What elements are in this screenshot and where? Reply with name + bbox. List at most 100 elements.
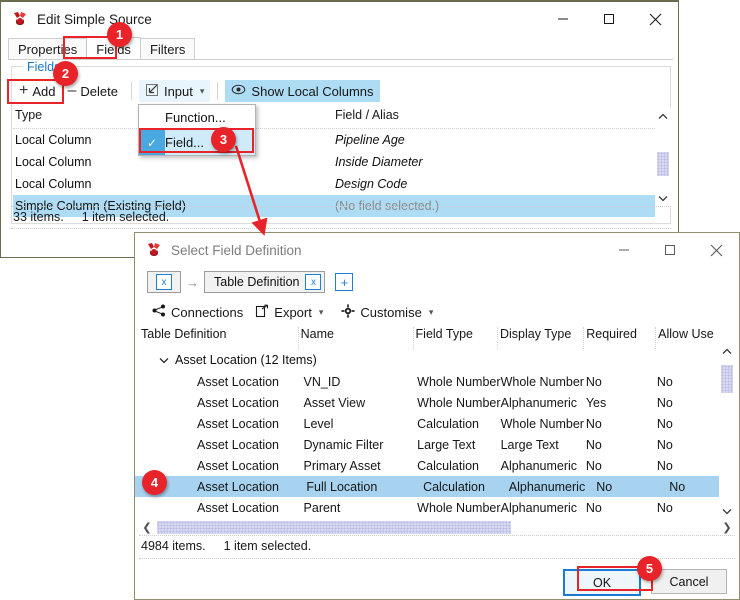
- cell-display-type: Alphanumeric: [500, 500, 578, 515]
- fields-list-vertical-scrollbar[interactable]: [655, 108, 671, 206]
- column-header-field-type[interactable]: Field Type: [414, 327, 498, 349]
- breadcrumb-table-definition[interactable]: Table Definition x: [204, 271, 326, 293]
- status-divider-top: [11, 206, 671, 208]
- cell-required: No: [585, 458, 602, 473]
- cell-allow-use: No: [656, 458, 673, 473]
- scrollbar-thumb[interactable]: [657, 152, 669, 176]
- breadcrumb-root[interactable]: x: [147, 271, 181, 293]
- scroll-down-icon[interactable]: [655, 190, 671, 206]
- column-header-allow-use[interactable]: Allow Use: [656, 327, 719, 349]
- add-breadcrumb-icon[interactable]: +: [335, 273, 354, 291]
- tab-filters[interactable]: Filters: [139, 38, 196, 60]
- table-row[interactable]: Asset Location Dynamic Filter Large Text…: [139, 434, 719, 455]
- tab-filters-label: Filters: [149, 42, 186, 57]
- cell-name: Level: [303, 416, 334, 431]
- fields-list-row[interactable]: Local Column Inside Diameter: [13, 151, 655, 173]
- cell-field-type: Whole Number: [417, 374, 501, 389]
- export-label: Export: [274, 304, 312, 320]
- column-header-name[interactable]: Name: [299, 327, 414, 349]
- table-row[interactable]: Asset Location Primary Asset Calculation…: [139, 455, 719, 476]
- close-icon[interactable]: x: [305, 274, 322, 290]
- annotation-box-add: [7, 79, 64, 104]
- window2-title: Select Field Definition: [171, 242, 302, 258]
- close-icon[interactable]: [632, 2, 678, 36]
- table-horizontal-scrollbar[interactable]: ❮ ❯: [139, 519, 735, 535]
- status-divider-bottom: [11, 228, 671, 230]
- close-icon[interactable]: x: [156, 274, 172, 290]
- column-header-display-type[interactable]: Display Type: [498, 327, 585, 349]
- minimize-icon[interactable]: [601, 233, 647, 267]
- scroll-down-icon[interactable]: [719, 503, 735, 519]
- annotation-box-field-menu: [139, 128, 254, 153]
- cell-required: Yes: [585, 395, 607, 410]
- cell-allow-use: No: [656, 395, 673, 410]
- status-item-count: 33 items.: [13, 210, 64, 224]
- column-header-field-alias[interactable]: Field / Alias: [335, 108, 655, 128]
- close-icon[interactable]: [693, 233, 739, 267]
- export-button[interactable]: Export ▾: [249, 301, 329, 323]
- input-arrow-icon: [145, 83, 159, 100]
- app-logo-icon: [143, 240, 165, 260]
- cell-name: Dynamic Filter: [303, 437, 384, 452]
- cell-name: Asset View: [303, 395, 366, 410]
- chevron-down-icon: ▾: [199, 85, 205, 96]
- customise-button[interactable]: Customise ▾: [335, 301, 439, 323]
- show-local-columns-button[interactable]: Show Local Columns: [225, 80, 380, 102]
- table-row[interactable]: Asset Location Parent Whole Number Alpha…: [139, 497, 719, 518]
- breadcrumb-arrow-icon: →: [186, 274, 199, 290]
- scroll-up-icon[interactable]: [719, 343, 735, 359]
- scroll-up-icon[interactable]: [655, 108, 671, 124]
- scrollbar-thumb[interactable]: [157, 520, 511, 534]
- table-row-selected[interactable]: Asset Location Full Location Calculation…: [135, 476, 733, 497]
- minimize-icon[interactable]: [540, 2, 586, 36]
- window1-controls: [540, 2, 678, 36]
- app-logo-icon: [9, 9, 31, 29]
- status-selected-count: 1 item selected.: [81, 210, 170, 224]
- connections-button[interactable]: Connections: [146, 301, 249, 323]
- cell-allow-use: No: [656, 500, 673, 515]
- fields-list-row[interactable]: Local Column Pipeline Age: [13, 129, 655, 151]
- tabstrip-divider: [8, 59, 673, 60]
- input-button[interactable]: Input ▾: [138, 80, 211, 102]
- fields-list-row[interactable]: Local Column Design Code: [13, 173, 655, 195]
- scroll-right-icon[interactable]: ❯: [719, 521, 735, 534]
- annotation-badge-3: 3: [211, 127, 236, 152]
- annotation-badge-2: 2: [53, 61, 78, 86]
- breadcrumb: x → Table Definition x +: [147, 271, 354, 293]
- table-group-label: Asset Location (12 Items): [175, 353, 317, 367]
- table-row[interactable]: Asset Location Asset View Whole Number A…: [139, 392, 719, 413]
- show-local-columns-label: Show Local Columns: [251, 83, 374, 99]
- cell-table-definition: Asset Location: [197, 437, 279, 452]
- chevron-down-icon: ▾: [428, 306, 434, 317]
- cell-name: Primary Asset: [303, 458, 381, 473]
- cell-field: Design Code: [335, 177, 408, 191]
- menu-item-function[interactable]: Function...: [139, 105, 255, 130]
- export-icon: [255, 304, 269, 321]
- table-row[interactable]: Asset Location VN_ID Whole Number Whole …: [139, 371, 719, 392]
- cell-display-type: Whole Number: [500, 416, 584, 431]
- cell-display-type: Large Text: [500, 437, 559, 452]
- maximize-icon[interactable]: [647, 233, 693, 267]
- window2-status-divider-top: [139, 535, 735, 536]
- cell-table-definition: Asset Location: [197, 458, 279, 473]
- window2-statusbar: 4984 items. 1 item selected.: [141, 539, 311, 553]
- cell-display-type: Whole Number: [500, 374, 584, 389]
- column-header-required[interactable]: Required: [584, 327, 657, 349]
- cell-allow-use: No: [656, 374, 673, 389]
- cell-field-type: Calculation: [417, 416, 479, 431]
- scrollbar-thumb[interactable]: [721, 365, 733, 393]
- table-row[interactable]: Asset Location Level Calculation Whole N…: [139, 413, 719, 434]
- table-group-row[interactable]: Asset Location (12 Items): [139, 349, 719, 371]
- column-header-table-definition[interactable]: Table Definition: [139, 327, 299, 349]
- table-vertical-scrollbar[interactable]: [719, 343, 735, 519]
- scroll-left-icon[interactable]: ❮: [139, 521, 155, 534]
- scrollbar-track[interactable]: [155, 520, 719, 534]
- customise-label: Customise: [360, 304, 422, 320]
- toolbar-separator-2: [217, 82, 219, 100]
- maximize-icon[interactable]: [586, 2, 632, 36]
- cancel-button[interactable]: Cancel: [651, 569, 727, 594]
- cell-name: VN_ID: [303, 374, 341, 389]
- chevron-down-icon[interactable]: [159, 353, 169, 367]
- status-item-count: 4984 items.: [141, 539, 206, 553]
- connections-label: Connections: [171, 304, 244, 320]
